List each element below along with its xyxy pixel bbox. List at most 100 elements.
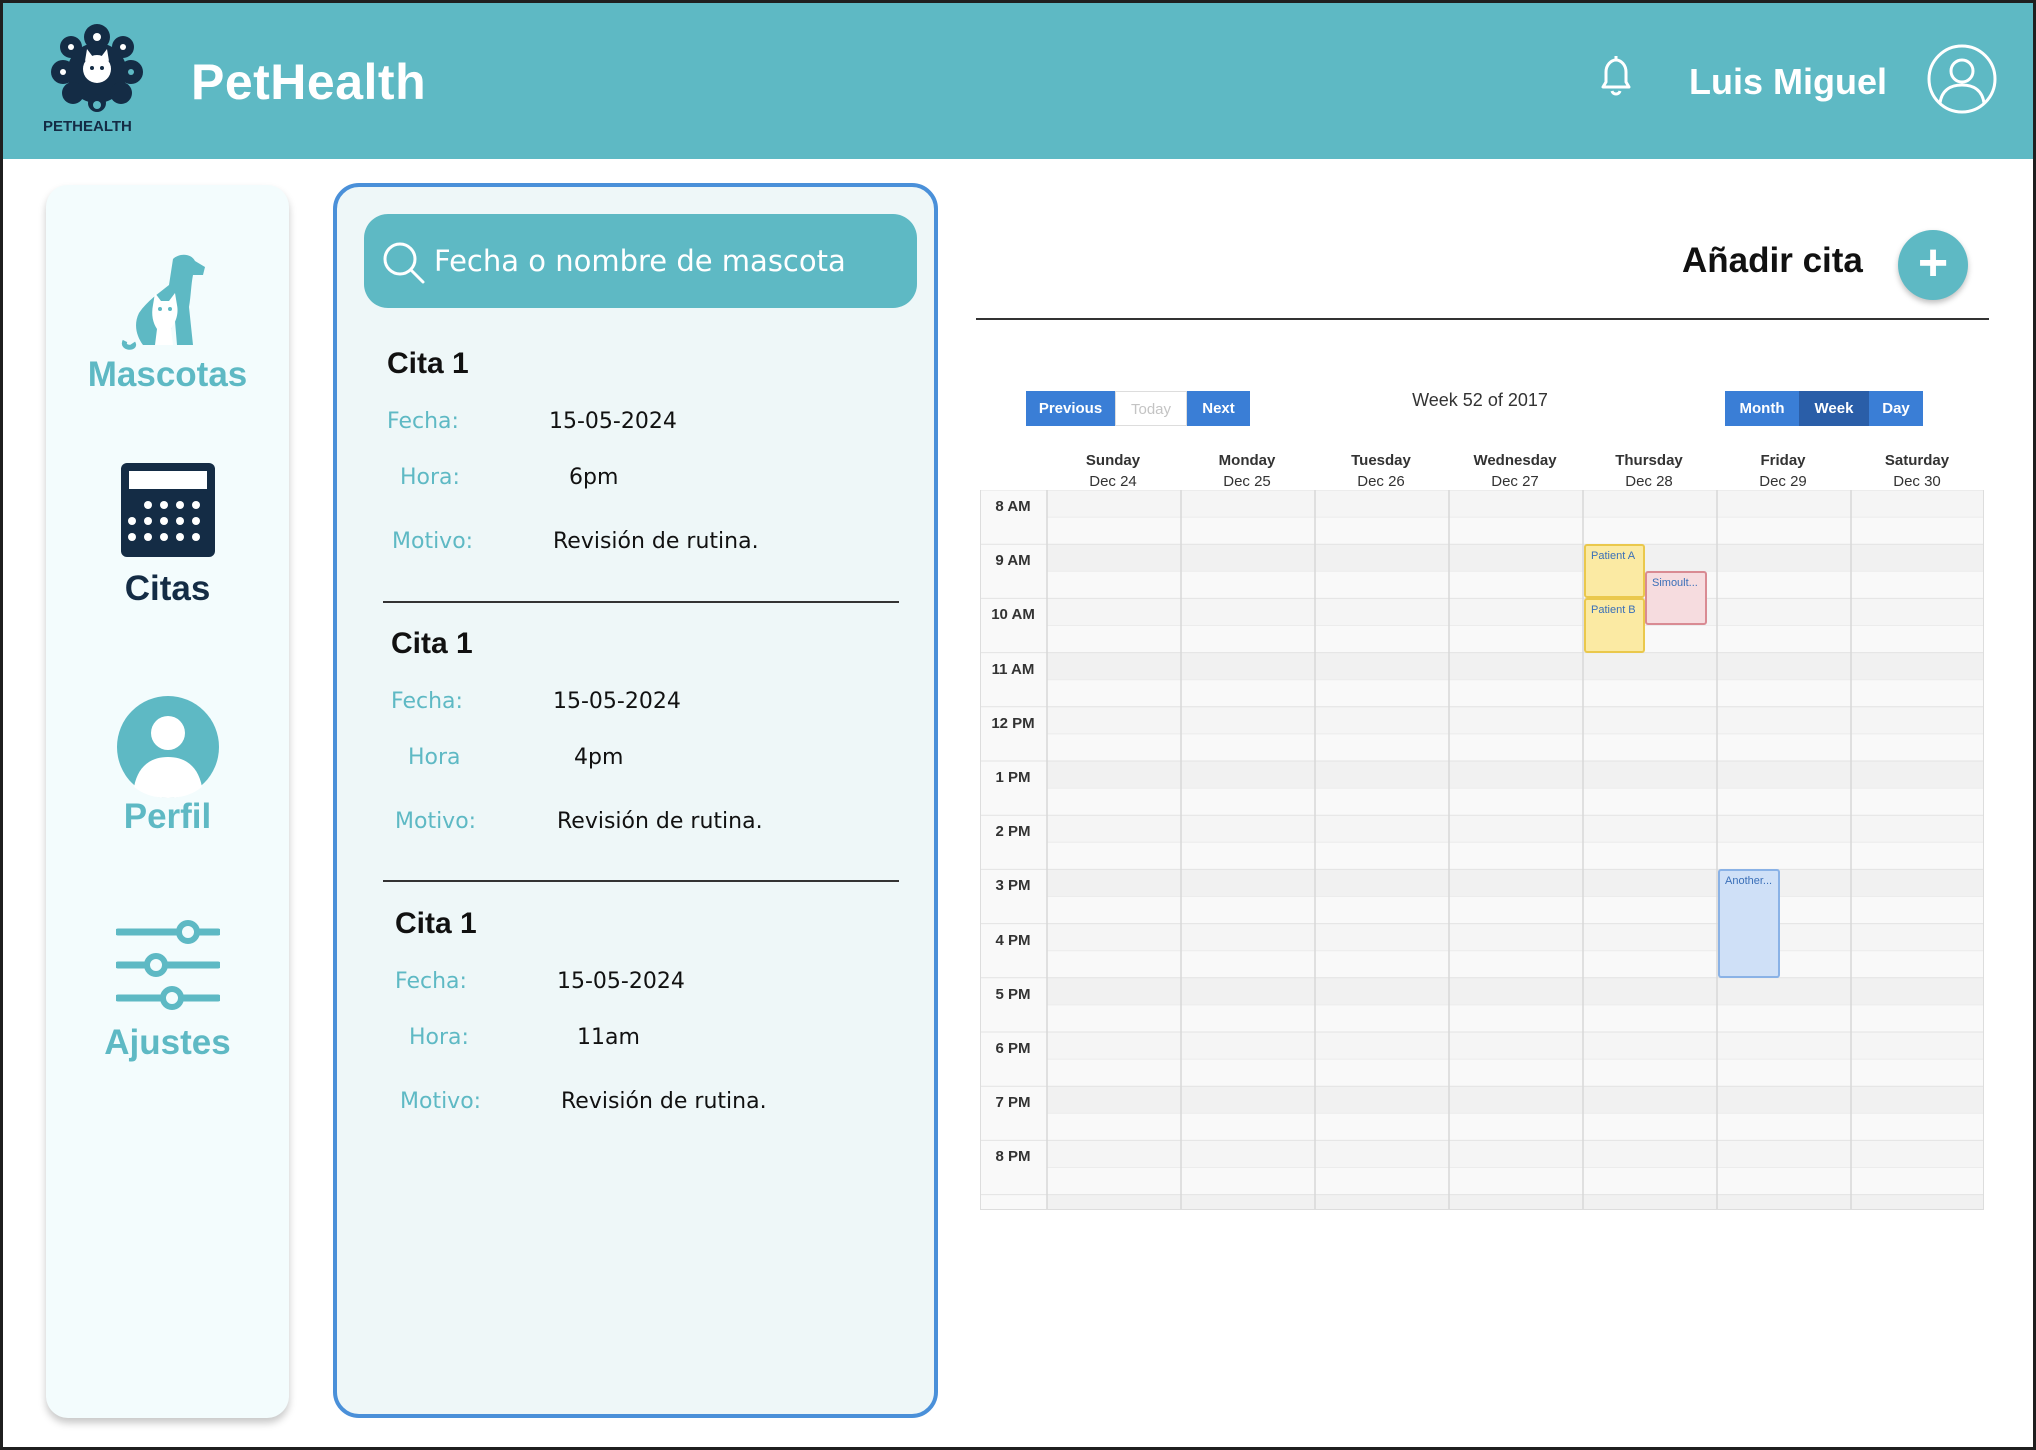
fecha-label: Fecha: — [391, 689, 463, 714]
appointment-card[interactable]: Cita 1 Fecha: 15-05-2024 Hora: 11am Moti… — [395, 907, 915, 1114]
day-header: Friday Dec 29 — [1716, 450, 1850, 492]
grid-row — [1047, 923, 1983, 951]
hour-label: 5 PM — [995, 985, 1031, 1003]
sliders-icon — [114, 920, 221, 1010]
sidebar-item-mascotas[interactable]: Mascotas — [46, 245, 289, 395]
hour-label: 11 AM — [991, 660, 1035, 678]
week-label: Week 52 of 2017 — [1412, 390, 1548, 410]
profile-icon — [116, 696, 219, 798]
grid-row — [1047, 815, 1983, 843]
day-header: Saturday Dec 30 — [1850, 450, 1984, 492]
grid-row — [1047, 1086, 1983, 1114]
app-title: PetHealth — [191, 54, 427, 110]
user-circle-icon[interactable] — [1926, 43, 1998, 115]
day-header: Tuesday Dec 26 — [1314, 450, 1448, 492]
grid-row — [1047, 1194, 1983, 1209]
day-name: Friday — [1760, 452, 1806, 469]
sidebar-item-citas[interactable]: Citas — [46, 463, 289, 609]
divider — [383, 880, 899, 882]
hour-label: 8 PM — [995, 1148, 1031, 1166]
grid-row — [1047, 1032, 1983, 1060]
sidebar-item-ajustes[interactable]: Ajustes — [46, 920, 289, 1063]
today-button[interactable]: Today — [1115, 391, 1187, 426]
motivo-value: Revisión de rutina. — [561, 1089, 767, 1114]
appointment-title: Cita 1 — [391, 627, 473, 660]
hour-label: 6 PM — [995, 1040, 1031, 1057]
hora-value: 11am — [577, 1025, 640, 1050]
day-name: Thursday — [1615, 452, 1683, 469]
hora-label: Hora: — [400, 465, 460, 490]
motivo-value: Revisión de rutina. — [557, 809, 763, 834]
view-month-button[interactable]: Month — [1725, 391, 1799, 426]
fecha-value: 15-05-2024 — [549, 409, 677, 434]
dog-cat-icon — [121, 254, 205, 350]
appointment-card[interactable]: Cita 1 Fecha: 15-05-2024 Hora: 6pm Motiv… — [387, 347, 907, 554]
day-date: Dec 29 — [1759, 473, 1807, 490]
add-appointment-label: Añadir cita — [1682, 241, 1863, 280]
day-date: Dec 25 — [1223, 473, 1271, 490]
appointment-card[interactable]: Cita 1 Fecha: 15-05-2024 Hora 4pm Motivo… — [391, 627, 911, 834]
divider — [383, 601, 899, 603]
day-header: Wednesday Dec 27 — [1448, 450, 1582, 492]
day-name: Monday — [1218, 452, 1276, 469]
view-week-button[interactable]: Week — [1799, 391, 1869, 426]
top-header: PETHEALTH PetHealth Luis Miguel — [3, 3, 2033, 159]
day-name: Saturday — [1884, 452, 1950, 469]
sidebar-item-perfil[interactable]: Perfil — [46, 695, 289, 837]
search-bar[interactable] — [364, 214, 917, 308]
grid-row — [1047, 706, 1983, 734]
previous-button[interactable]: Previous — [1026, 391, 1115, 426]
pethealth-logo-icon: PETHEALTH — [43, 24, 143, 135]
grid-row — [1047, 490, 1983, 518]
fecha-value: 15-05-2024 — [557, 969, 685, 994]
add-appointment-button[interactable]: + — [1898, 230, 1968, 300]
appointments-panel: Cita 1 Fecha: 15-05-2024 Hora: 6pm Motiv… — [333, 183, 938, 1418]
hora-label: Hora: — [409, 1025, 469, 1050]
sidebar-item-label: Citas — [124, 569, 211, 608]
next-button[interactable]: Next — [1187, 391, 1250, 426]
hora-label: Hora — [408, 745, 461, 770]
hora-value: 4pm — [574, 745, 624, 770]
view-day-button[interactable]: Day — [1869, 391, 1923, 426]
hour-label: 9 AM — [995, 552, 1031, 570]
grid-row — [1047, 1140, 1983, 1168]
appointment-title: Cita 1 — [395, 907, 477, 940]
hour-label: 3 PM — [995, 877, 1031, 895]
grid-row — [1047, 869, 1983, 897]
calendar-icon — [120, 463, 215, 557]
grid-row — [1047, 598, 1983, 626]
motivo-value: Revisión de rutina. — [553, 529, 759, 554]
hour-label: 7 PM — [995, 1094, 1031, 1112]
plus-icon: + — [1917, 234, 1949, 292]
day-date: Dec 27 — [1491, 473, 1539, 490]
day-header: Monday Dec 25 — [1180, 450, 1314, 492]
calendar-event[interactable]: Another... — [1718, 869, 1780, 978]
motivo-label: Motivo: — [392, 529, 474, 554]
fecha-label: Fecha: — [395, 969, 467, 994]
bell-icon[interactable] — [1591, 51, 1641, 101]
search-icon — [383, 242, 425, 284]
day-header: Thursday Dec 28 — [1582, 450, 1716, 492]
grid-row — [1047, 652, 1983, 680]
calendar-week-grid[interactable] — [980, 490, 1984, 1210]
calendar-event[interactable]: Simoult... — [1645, 571, 1707, 626]
motivo-label: Motivo: — [400, 1089, 482, 1114]
calendar-event[interactable]: Patient A — [1584, 544, 1645, 599]
fecha-value: 15-05-2024 — [553, 689, 681, 714]
svg-text:PETHEALTH: PETHEALTH — [43, 118, 132, 135]
hour-label: 8 AM — [995, 498, 1031, 515]
day-name: Sunday — [1085, 452, 1141, 469]
day-header: Sunday Dec 24 — [1046, 450, 1180, 492]
motivo-label: Motivo: — [395, 809, 477, 834]
sidebar-item-label: Mascotas — [87, 355, 248, 394]
sidebar-item-label: Ajustes — [104, 1023, 231, 1062]
fecha-label: Fecha: — [387, 409, 459, 434]
section-divider — [976, 318, 1989, 320]
appointment-title: Cita 1 — [387, 347, 469, 380]
grid-row — [1047, 977, 1983, 1005]
calendar-event[interactable]: Patient B — [1584, 598, 1645, 653]
hour-label: 4 PM — [995, 931, 1031, 949]
day-name: Tuesday — [1351, 452, 1411, 469]
search-input[interactable] — [434, 214, 904, 308]
user-name[interactable]: Luis Miguel — [1689, 61, 1887, 103]
